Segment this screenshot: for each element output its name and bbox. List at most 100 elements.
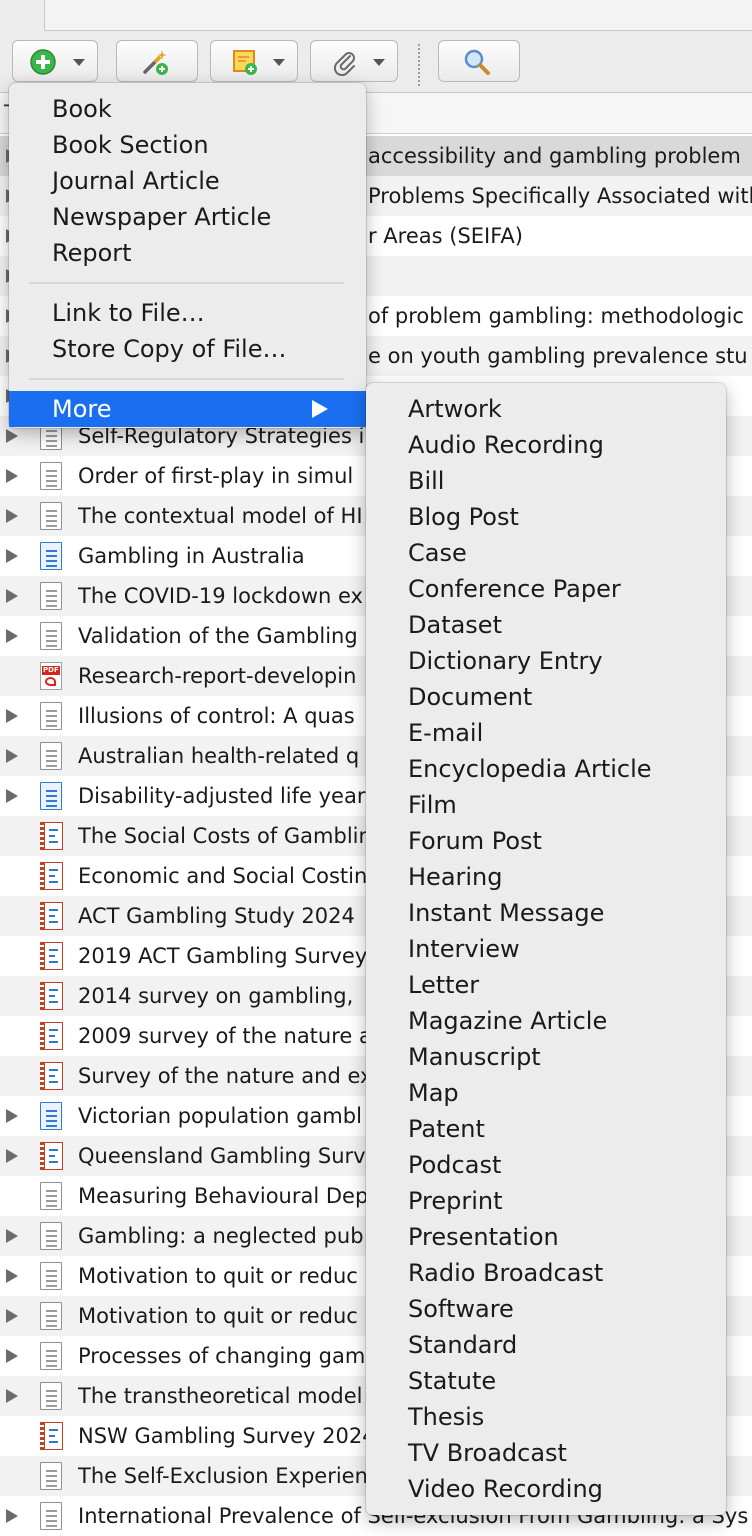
submenu-item-statute[interactable]: Statute xyxy=(366,1363,726,1399)
menu-item-journal-article[interactable]: Journal Article xyxy=(9,163,366,199)
disclosure-triangle-icon[interactable] xyxy=(6,1149,18,1163)
menu-item-book-section[interactable]: Book Section xyxy=(9,127,366,163)
submenu-item-document[interactable]: Document xyxy=(366,679,726,715)
item-title: Illusions of control: A quas xyxy=(78,704,355,728)
submenu-item-letter[interactable]: Letter xyxy=(366,967,726,1003)
item-title: Research-report-developin xyxy=(78,664,357,688)
submenu-item-tv-broadcast[interactable]: TV Broadcast xyxy=(366,1435,726,1471)
submenu-item-film[interactable]: Film xyxy=(366,787,726,823)
chevron-down-icon xyxy=(373,59,385,66)
report-icon xyxy=(38,1422,64,1450)
journal-article-icon xyxy=(38,702,64,730)
menu-item-newspaper-article[interactable]: Newspaper Article xyxy=(9,199,366,235)
submenu-item-manuscript[interactable]: Manuscript xyxy=(366,1039,726,1075)
add-by-identifier-button[interactable] xyxy=(116,40,198,82)
submenu-item-case[interactable]: Case xyxy=(366,535,726,571)
item-title: Economic and Social Costin xyxy=(78,864,368,888)
report-icon xyxy=(38,862,64,890)
menu-item-book[interactable]: Book xyxy=(9,91,366,127)
item-title: The COVID-19 lockdown ex xyxy=(78,584,363,608)
journal-article-icon xyxy=(38,582,64,610)
submenu-item-forum-post[interactable]: Forum Post xyxy=(366,823,726,859)
submenu-item-thesis[interactable]: Thesis xyxy=(366,1399,726,1435)
item-title: Processes of changing gam xyxy=(78,1344,366,1368)
disclosure-triangle-icon[interactable] xyxy=(6,1509,18,1523)
menu-item-link-to-file[interactable]: Link to File… xyxy=(9,295,366,331)
submenu-item-radio-broadcast[interactable]: Radio Broadcast xyxy=(366,1255,726,1291)
submenu-item-map[interactable]: Map xyxy=(366,1075,726,1111)
disclosure-triangle-icon[interactable] xyxy=(6,1229,18,1243)
new-item-button[interactable] xyxy=(12,40,98,82)
disclosure-triangle-icon[interactable] xyxy=(6,1309,18,1323)
journal-article-icon xyxy=(38,622,64,650)
submenu-item-dataset[interactable]: Dataset xyxy=(366,607,726,643)
disclosure-triangle-icon[interactable] xyxy=(6,1389,18,1403)
item-title-overflow: accessibility and gambling problem xyxy=(368,144,741,168)
item-title: Disability-adjusted life year xyxy=(78,784,366,808)
item-title: Motivation to quit or reduc xyxy=(78,1264,358,1288)
chevron-down-icon xyxy=(73,59,85,66)
new-note-button[interactable] xyxy=(210,40,298,82)
submenu-item-artwork[interactable]: Artwork xyxy=(366,391,726,427)
submenu-item-presentation[interactable]: Presentation xyxy=(366,1219,726,1255)
add-attachment-button[interactable] xyxy=(310,40,398,82)
menu-item-more[interactable]: More xyxy=(9,391,366,427)
menu-item-more-label: More xyxy=(52,395,112,423)
submenu-item-dictionary-entry[interactable]: Dictionary Entry xyxy=(366,643,726,679)
submenu-item-audio-recording[interactable]: Audio Recording xyxy=(366,427,726,463)
journal-article-icon xyxy=(38,462,64,490)
advanced-search-button[interactable] xyxy=(438,40,520,82)
disclosure-triangle-icon[interactable] xyxy=(6,469,18,483)
disclosure-triangle-icon[interactable] xyxy=(6,789,18,803)
submenu-item-patent[interactable]: Patent xyxy=(366,1111,726,1147)
item-title-overflow: Problems Specifically Associated with xyxy=(368,184,752,208)
submenu-item-software[interactable]: Software xyxy=(366,1291,726,1327)
report-icon xyxy=(38,902,64,930)
submenu-item-interview[interactable]: Interview xyxy=(366,931,726,967)
disclosure-triangle-icon[interactable] xyxy=(6,549,18,563)
menu-item-store-copy-of-file[interactable]: Store Copy of File… xyxy=(9,331,366,367)
submenu-item-bill[interactable]: Bill xyxy=(366,463,726,499)
paperclip-icon xyxy=(333,52,355,76)
magic-wand-icon xyxy=(143,50,168,75)
submenu-item-standard[interactable]: Standard xyxy=(366,1327,726,1363)
search-strip[interactable] xyxy=(44,0,752,31)
toolbar-separator xyxy=(418,44,420,86)
disclosure-triangle-icon[interactable] xyxy=(6,589,18,603)
submenu-item-hearing[interactable]: Hearing xyxy=(366,859,726,895)
report-icon xyxy=(38,1062,64,1090)
disclosure-triangle-icon[interactable] xyxy=(6,429,18,443)
menu-divider xyxy=(29,282,344,284)
item-title: The Self-Exclusion Experien xyxy=(78,1464,368,1488)
note-add-icon xyxy=(233,50,257,75)
report-icon xyxy=(38,1142,64,1170)
disclosure-triangle-icon[interactable] xyxy=(6,1269,18,1283)
submenu-item-blog-post[interactable]: Blog Post xyxy=(366,499,726,535)
book-icon xyxy=(38,1102,64,1130)
submenu-item-conference-paper[interactable]: Conference Paper xyxy=(366,571,726,607)
disclosure-triangle-icon[interactable] xyxy=(6,749,18,763)
disclosure-triangle-icon[interactable] xyxy=(6,629,18,643)
disclosure-triangle-icon[interactable] xyxy=(6,709,18,723)
item-title: 2019 ACT Gambling Survey xyxy=(78,944,368,968)
disclosure-triangle-icon[interactable] xyxy=(6,509,18,523)
submenu-item-preprint[interactable]: Preprint xyxy=(366,1183,726,1219)
journal-article-icon xyxy=(38,1502,64,1530)
submenu-item-magazine-article[interactable]: Magazine Article xyxy=(366,1003,726,1039)
menu-item-report[interactable]: Report xyxy=(9,235,366,271)
report-icon xyxy=(38,822,64,850)
journal-article-icon xyxy=(38,1462,64,1490)
submenu-item-podcast[interactable]: Podcast xyxy=(366,1147,726,1183)
disclosure-triangle-icon[interactable] xyxy=(6,1349,18,1363)
submenu-item-encyclopedia-article[interactable]: Encyclopedia Article xyxy=(366,751,726,787)
submenu-item-instant-message[interactable]: Instant Message xyxy=(366,895,726,931)
journal-article-icon xyxy=(38,1182,64,1210)
submenu-item-e-mail[interactable]: E-mail xyxy=(366,715,726,751)
submenu-arrow-icon xyxy=(312,400,328,418)
report-icon xyxy=(38,1022,64,1050)
item-title-overflow: r Areas (SEIFA) xyxy=(368,224,523,248)
new-item-menu: Book Book Section Journal Article Newspa… xyxy=(9,83,366,428)
submenu-item-video-recording[interactable]: Video Recording xyxy=(366,1471,726,1507)
more-submenu: Artwork Audio Recording Bill Blog Post Case C… xyxy=(366,383,726,1515)
disclosure-triangle-icon[interactable] xyxy=(6,1109,18,1123)
